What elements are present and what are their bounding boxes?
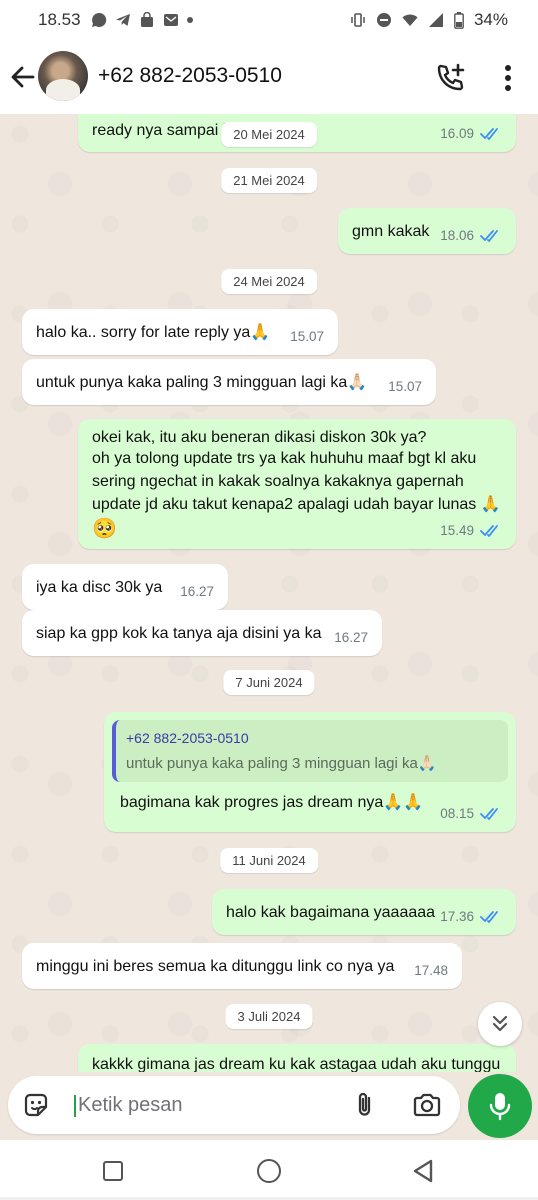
mic-button[interactable] xyxy=(468,1074,532,1138)
date-divider: 11 Juni 2024 xyxy=(220,848,318,873)
date-divider: 21 Mei 2024 xyxy=(221,168,317,193)
wifi-icon xyxy=(402,14,418,26)
message-meta: 08.15 xyxy=(440,803,502,824)
quoted-sender: +62 882-2053-0510 xyxy=(126,730,249,746)
message-bubble[interactable]: minggu ini beres semua ka ditunggu link … xyxy=(22,943,462,989)
notification-icons xyxy=(91,12,193,28)
message-time: 15.07 xyxy=(290,329,324,344)
scroll-to-bottom-button[interactable] xyxy=(478,1002,522,1046)
attach-icon[interactable] xyxy=(352,1091,378,1119)
chat-notification-icon xyxy=(91,12,106,27)
message-text: siap ka gpp kok ka tanya aja disini ya k… xyxy=(36,625,322,642)
message-meta: 16.27 xyxy=(334,627,368,648)
double-check-icon xyxy=(480,127,498,140)
chat-messages[interactable]: ready nya sampai kapan? 16.09 20 Mei 202… xyxy=(0,114,538,1072)
message-time: 15.07 xyxy=(388,379,422,394)
reply-message-bubble[interactable]: +62 882-2053-0510 untuk punya kaka palin… xyxy=(104,712,516,832)
chevrons-down-icon xyxy=(492,1015,508,1032)
message-meta: 15.07 xyxy=(290,326,324,347)
date-divider: 24 Mei 2024 xyxy=(221,269,317,294)
telegram-icon xyxy=(115,14,130,26)
double-check-icon xyxy=(480,229,498,242)
vibrate-icon xyxy=(351,13,365,27)
message-meta: 17.36 xyxy=(440,906,502,927)
system-icons: 34% xyxy=(350,10,508,30)
message-text: kakkk gimana jas dream ku kak astagaa ud… xyxy=(92,1056,501,1072)
message-bubble[interactable]: untuk punya kaka paling 3 mingguan lagi … xyxy=(22,359,436,405)
message-meta: 16.27 xyxy=(180,581,214,602)
message-meta: 15.07 xyxy=(388,376,422,397)
message-input[interactable] xyxy=(78,1090,348,1120)
quoted-text: untuk punya kaka paling 3 mingguan lagi … xyxy=(126,755,437,772)
message-composer xyxy=(0,1072,538,1140)
signal-icon xyxy=(428,13,443,27)
battery-level: 34% xyxy=(473,10,508,29)
mail-icon xyxy=(163,14,178,26)
nav-back-icon[interactable] xyxy=(412,1159,434,1183)
message-meta: 16.09 xyxy=(440,123,502,144)
message-line: sering ngechat in kakak soalnya kakaknya… xyxy=(92,473,464,490)
message-text: untuk punya kaka paling 3 mingguan lagi … xyxy=(36,374,368,391)
message-input-box[interactable] xyxy=(8,1076,460,1134)
message-time: 15.49 xyxy=(440,523,474,538)
recent-apps-icon[interactable] xyxy=(103,1161,123,1181)
message-bubble[interactable]: gmn kakak 18.06 xyxy=(338,208,516,254)
message-bubble[interactable]: iya ka disc 30k ya 16.27 xyxy=(22,564,228,610)
do-not-disturb-icon xyxy=(376,13,391,27)
sticker-icon[interactable] xyxy=(22,1091,50,1119)
avatar[interactable] xyxy=(38,51,88,101)
message-meta: 15.49 xyxy=(440,520,502,541)
message-time: 16.27 xyxy=(334,630,368,645)
system-nav-bar xyxy=(0,1140,538,1200)
quoted-message[interactable]: +62 882-2053-0510 untuk punya kaka palin… xyxy=(112,720,508,782)
message-time: 08.15 xyxy=(440,806,474,821)
date-divider: 3 Juli 2024 xyxy=(225,1004,313,1029)
message-meta: 18.06 xyxy=(440,225,502,246)
more-notifications-dot-icon xyxy=(186,17,193,23)
message-line: update jd aku takut kenapa2 apalagi udah… xyxy=(92,496,501,513)
status-time: 18.53 xyxy=(38,10,81,29)
message-bubble[interactable]: halo kak bagaimana yaaaaaa 17.36 xyxy=(212,889,516,935)
message-line: oh ya tolong update trs ya kak huhuhu ma… xyxy=(92,450,477,467)
message-meta: 17.48 xyxy=(414,960,448,981)
more-vert-icon[interactable] xyxy=(496,63,520,93)
message-bubble[interactable]: okei kak, itu aku beneran dikasi diskon … xyxy=(78,419,516,549)
date-divider: 7 Juni 2024 xyxy=(223,670,315,695)
shopping-bag-icon xyxy=(140,12,153,27)
double-check-icon xyxy=(480,910,498,923)
contact-name[interactable]: +62 882-2053-0510 xyxy=(98,64,282,88)
camera-icon[interactable] xyxy=(412,1092,442,1118)
message-bubble[interactable]: siap ka gpp kok ka tanya aja disini ya k… xyxy=(22,610,382,656)
home-icon[interactable] xyxy=(257,1159,281,1183)
double-check-icon xyxy=(480,524,498,537)
message-line: okei kak, itu aku beneran dikasi diskon … xyxy=(92,429,427,446)
message-text: bagimana kak progres jas dream nya🙏🙏 xyxy=(120,794,424,811)
message-time: 16.27 xyxy=(180,584,214,599)
message-time: 18.06 xyxy=(440,228,474,243)
message-bubble[interactable]: halo ka.. sorry for late reply ya🙏 15.07 xyxy=(22,309,338,355)
date-divider: 20 Mei 2024 xyxy=(221,122,317,147)
back-arrow-icon[interactable] xyxy=(8,62,38,92)
message-text: minggu ini beres semua ka ditunggu link … xyxy=(36,958,395,975)
status-bar: 18.53 34% xyxy=(0,0,538,40)
message-time: 16.09 xyxy=(440,126,474,141)
message-bubble[interactable]: kakkk gimana jas dream ku kak astagaa ud… xyxy=(78,1044,516,1072)
mic-icon xyxy=(489,1093,511,1121)
message-text: halo ka.. sorry for late reply ya🙏 xyxy=(36,324,271,341)
battery-icon xyxy=(454,11,464,29)
chat-header: +62 882-2053-0510 xyxy=(0,40,538,114)
message-time: 17.36 xyxy=(440,909,474,924)
add-call-icon[interactable] xyxy=(434,62,466,94)
double-check-icon xyxy=(480,807,498,820)
message-time: 17.48 xyxy=(414,963,448,978)
text-cursor xyxy=(74,1095,76,1117)
